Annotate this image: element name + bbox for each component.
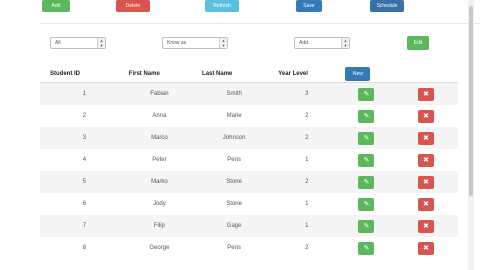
table-row: 2 Anna Marie 2 ✎ ✖ [40,105,458,127]
cell-year: 2 [278,127,336,149]
cell-edit: ✎ [335,237,396,259]
cell-first-name: Peter [128,149,191,171]
spinner-icon: ▲ ▼ [219,38,227,48]
cell-last-name: Stone [190,171,279,193]
cell-first-name: Jody [128,193,191,215]
add-button[interactable]: Add [42,0,70,12]
cell-first-name: Fabian [128,82,191,105]
table-row: 5 Marko Stone 2 ✎ ✖ [40,171,458,193]
spinner-icon: ▲ ▼ [97,38,105,48]
cell-last-name: Marie [190,105,279,127]
cell-delete: ✖ [395,237,458,259]
cell-delete: ✖ [395,171,458,193]
cell-first-name: Filip [128,215,191,237]
cell-year: 2 [278,237,336,259]
close-icon[interactable]: ✖ [417,219,434,233]
pencil-icon[interactable]: ✎ [358,241,375,255]
close-icon[interactable]: ✖ [417,131,434,145]
filter-select-1[interactable]: All ▲ ▼ [50,37,106,49]
cell-delete: ✖ [395,105,458,127]
pencil-icon[interactable]: ✎ [358,109,375,123]
cell-first-name: Marco [128,127,191,149]
new-row-button[interactable]: New [345,67,371,81]
header-year-level: Year Level [278,66,336,83]
cell-edit: ✎ [335,82,396,105]
pencil-icon[interactable]: ✎ [358,219,375,233]
delete-button[interactable]: Delete [116,0,150,12]
cell-id: 2 [40,105,129,127]
pencil-icon[interactable]: ✎ [358,175,375,189]
header-last-name: Last Name [190,66,279,83]
cell-id: 1 [40,82,129,105]
vertical-scrollbar[interactable] [468,0,474,270]
cell-id: 7 [40,215,129,237]
table-row: 6 Jody Stone 1 ✎ ✖ [40,193,458,215]
cell-first-name: Marko [128,171,191,193]
table-row: 7 Filip Gage 1 ✎ ✖ [40,215,458,237]
cell-id: 5 [40,171,129,193]
close-icon[interactable]: ✖ [417,153,434,167]
cell-id: 8 [40,237,129,259]
cell-year: 1 [278,215,336,237]
pencil-icon[interactable]: ✎ [358,197,375,211]
toolbar-divider [40,23,480,24]
header-empty [395,66,458,83]
cell-edit: ✎ [335,149,396,171]
refresh-button[interactable]: Refresh [205,0,239,12]
cell-delete: ✖ [395,149,458,171]
close-icon[interactable]: ✖ [417,109,434,123]
cell-edit: ✎ [335,215,396,237]
cell-id: 6 [40,193,129,215]
cell-edit: ✎ [335,193,396,215]
spinner-icon: ▲ ▼ [341,38,349,48]
cell-first-name: George [128,237,191,259]
header-first-name: First Name [128,66,191,83]
cell-year: 2 [278,171,336,193]
pencil-icon[interactable]: ✎ [358,153,375,167]
cell-id: 3 [40,127,129,149]
edit-button[interactable]: Edit [407,36,429,50]
filter-select-2-value: Know as [167,40,187,46]
schedule-button[interactable]: Schedule [370,0,404,12]
cell-last-name: Pens [190,149,279,171]
table-header-row: Student ID First Name Last Name Year Lev… [40,66,458,83]
close-icon[interactable]: ✖ [417,197,434,211]
filter-select-2[interactable]: Know as ▲ ▼ [162,37,228,49]
students-table: Student ID First Name Last Name Year Lev… [40,66,458,259]
pencil-icon[interactable]: ✎ [358,87,375,101]
cell-last-name: Johnson [190,127,279,149]
scrollbar-thumb[interactable] [469,6,473,196]
cell-year: 1 [278,149,336,171]
cell-delete: ✖ [395,215,458,237]
filter-select-1-value: All [55,40,61,46]
pencil-icon[interactable]: ✎ [358,131,375,145]
filter-select-3[interactable]: Add ▲ ▼ [294,37,350,49]
cell-delete: ✖ [395,82,458,105]
close-icon[interactable]: ✖ [417,87,434,101]
cell-edit: ✎ [335,171,396,193]
close-icon[interactable]: ✖ [417,175,434,189]
cell-delete: ✖ [395,193,458,215]
header-student-id: Student ID [40,66,129,83]
cell-last-name: Gage [190,215,279,237]
table-row: 1 Fabian Smith 3 ✎ ✖ [40,82,458,105]
cell-id: 4 [40,149,129,171]
cell-first-name: Anna [128,105,191,127]
header-add-cell: New [335,66,396,83]
cell-year: 1 [278,193,336,215]
cell-year: 3 [278,82,336,105]
cell-edit: ✎ [335,105,396,127]
table-row: 3 Marco Johnson 2 ✎ ✖ [40,127,458,149]
filter-select-3-value: Add [299,40,308,46]
cell-delete: ✖ [395,127,458,149]
table-row: 4 Peter Pens 1 ✎ ✖ [40,149,458,171]
save-button[interactable]: Save [296,0,322,12]
cell-year: 2 [278,105,336,127]
cell-last-name: Smith [190,82,279,105]
cell-last-name: Stone [190,193,279,215]
table-row: 8 George Pens 2 ✎ ✖ [40,237,458,259]
cell-last-name: Pens [190,237,279,259]
cell-edit: ✎ [335,127,396,149]
close-icon[interactable]: ✖ [417,241,434,255]
